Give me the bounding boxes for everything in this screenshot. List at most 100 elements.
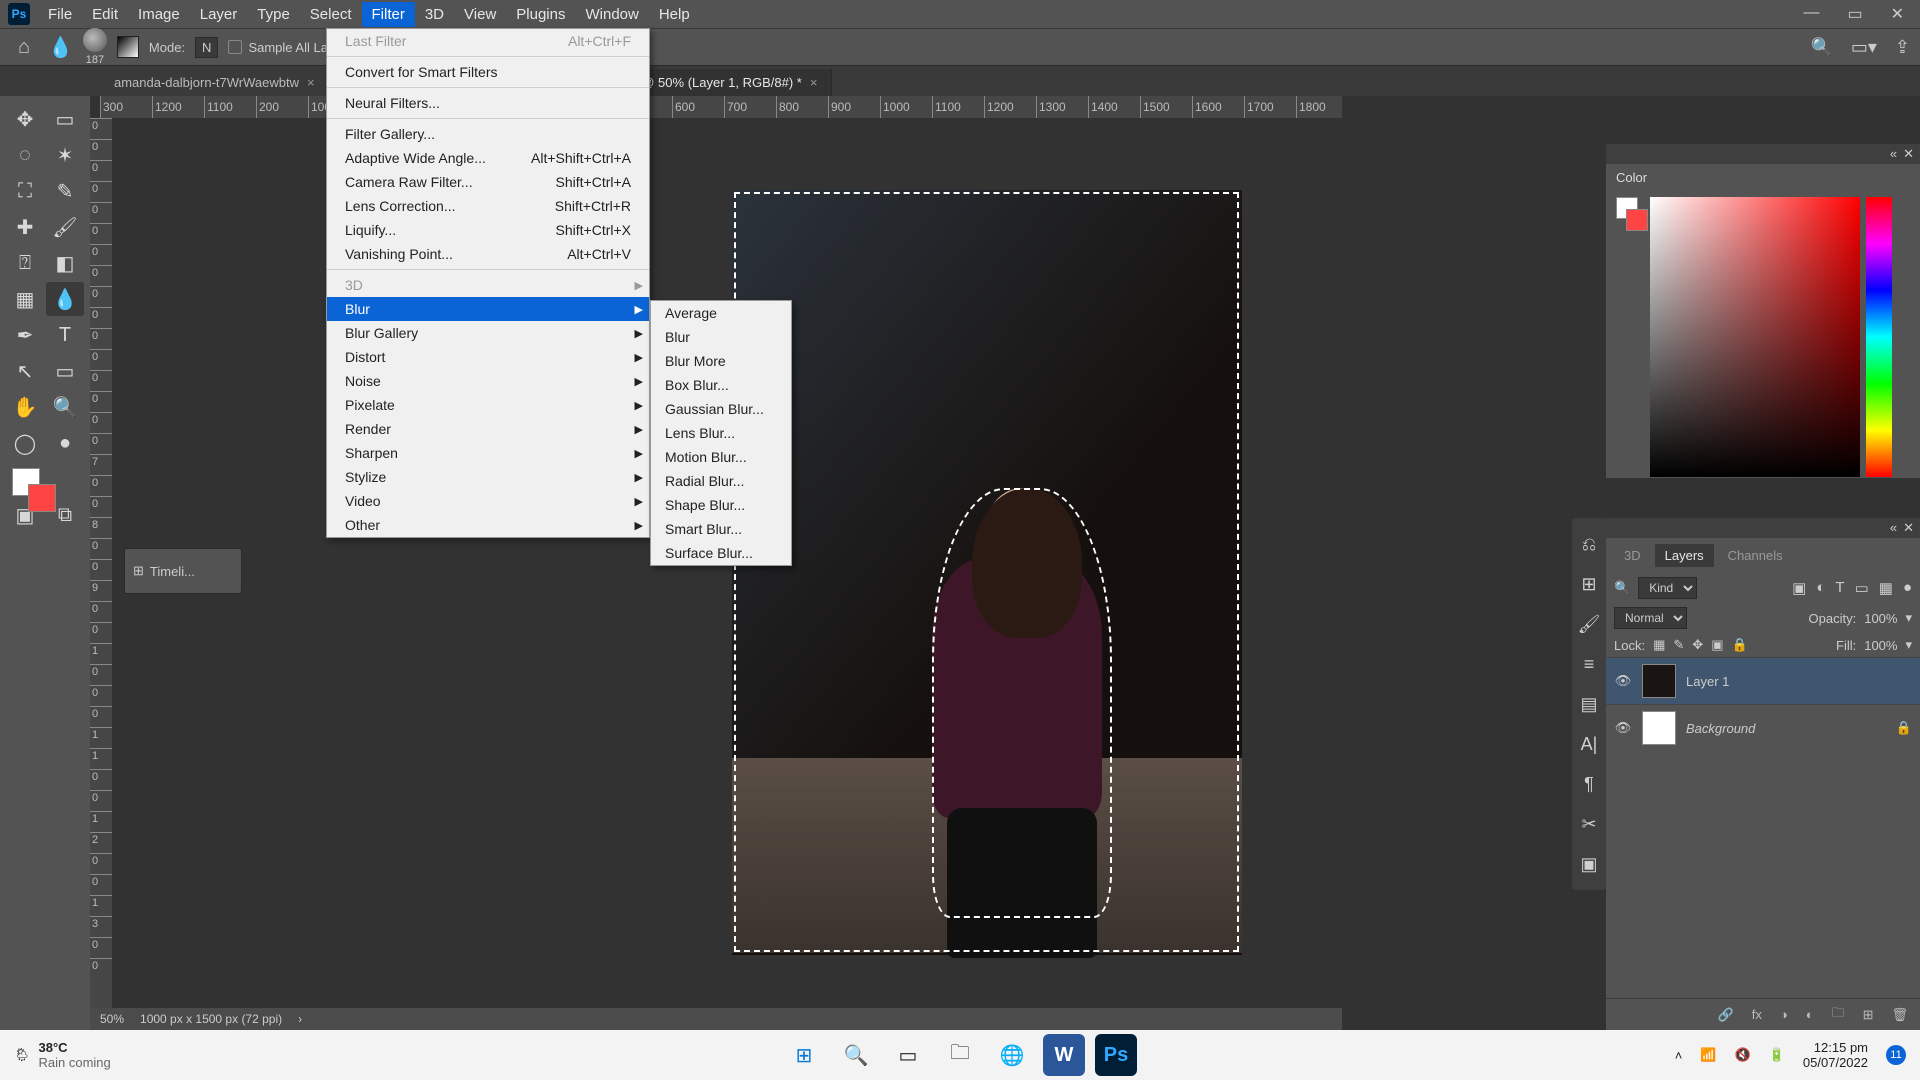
filter-item-noise[interactable]: Noise▶ bbox=[327, 369, 649, 393]
filter-item-vanishing-point-[interactable]: Vanishing Point...Alt+Ctrl+V bbox=[327, 242, 649, 266]
close-icon[interactable]: ✕ bbox=[1891, 4, 1904, 24]
visibility-icon[interactable]: 👁 bbox=[1614, 673, 1632, 689]
timeline-panel[interactable]: ⊞ Timeli... bbox=[124, 548, 242, 594]
filter-item-camera-raw-filter-[interactable]: Camera Raw Filter...Shift+Ctrl+A bbox=[327, 170, 649, 194]
filter-item-adaptive-wide-angle-[interactable]: Adaptive Wide Angle...Alt+Shift+Ctrl+A bbox=[327, 146, 649, 170]
home-button[interactable]: ⌂ bbox=[10, 33, 38, 61]
menu-view[interactable]: View bbox=[454, 2, 506, 27]
layer-row[interactable]: 👁Background🔒 bbox=[1606, 704, 1920, 751]
layer-name[interactable]: Layer 1 bbox=[1686, 674, 1912, 689]
close-icon[interactable]: ✕ bbox=[1903, 520, 1914, 536]
adjust-icon[interactable]: ◐ bbox=[1806, 1007, 1814, 1022]
filter-item-blur[interactable]: Blur▶ bbox=[327, 297, 649, 321]
trash-icon[interactable]: 🗑 bbox=[1891, 1007, 1908, 1023]
eyedropper-tool[interactable]: ✎ bbox=[46, 174, 84, 208]
menu-type[interactable]: Type bbox=[247, 2, 300, 27]
dodge-tool[interactable]: ● bbox=[46, 426, 84, 460]
lock-move-icon[interactable]: ✥ bbox=[1692, 637, 1703, 653]
layer-thumb[interactable] bbox=[1642, 664, 1676, 698]
type-filter-icon[interactable]: T bbox=[1835, 579, 1844, 597]
mode-select[interactable]: N bbox=[195, 37, 218, 58]
menu-filter[interactable]: Filter bbox=[362, 2, 415, 27]
notification-badge[interactable]: 11 bbox=[1886, 1045, 1906, 1065]
document-tab[interactable]: amanda-dalbjorn-t7WrWaewbtw× bbox=[100, 69, 330, 96]
photoshop-button[interactable]: Ps bbox=[1095, 1034, 1137, 1076]
marquee-tool[interactable]: ▭ bbox=[46, 102, 84, 136]
tool-icon[interactable]: 💧 bbox=[48, 35, 73, 60]
menu-layer[interactable]: Layer bbox=[190, 2, 248, 27]
lock-all-icon[interactable]: 🔒 bbox=[1731, 637, 1747, 653]
filter-item-pixelate[interactable]: Pixelate▶ bbox=[327, 393, 649, 417]
paragraph-icon[interactable]: ¶ bbox=[1572, 764, 1606, 804]
blur-item-surface-blur-[interactable]: Surface Blur... bbox=[651, 541, 791, 565]
eraser-tool[interactable]: ◧ bbox=[46, 246, 84, 280]
filter-item-lens-correction-[interactable]: Lens Correction...Shift+Ctrl+R bbox=[327, 194, 649, 218]
chevron-right-icon[interactable]: › bbox=[298, 1012, 302, 1026]
heal-tool[interactable]: ✚ bbox=[6, 210, 44, 244]
pen-tool[interactable]: ✒ bbox=[6, 318, 44, 352]
group-icon[interactable]: 🗀 bbox=[1832, 1004, 1845, 1026]
type-tool[interactable]: T bbox=[46, 318, 84, 352]
brushes-icon[interactable]: 🖌 bbox=[1572, 604, 1606, 644]
move-tool[interactable]: ✥ bbox=[6, 102, 44, 136]
lock-brush-icon[interactable]: ✎ bbox=[1673, 637, 1684, 653]
filter-item-sharpen[interactable]: Sharpen▶ bbox=[327, 441, 649, 465]
layer-name[interactable]: Background bbox=[1686, 721, 1886, 736]
blur-item-lens-blur-[interactable]: Lens Blur... bbox=[651, 421, 791, 445]
blend-mode-select[interactable]: Normal bbox=[1614, 607, 1687, 629]
wifi-icon[interactable]: 📶 bbox=[1700, 1047, 1716, 1063]
filter-item-convert-for-smart-filters[interactable]: Convert for Smart Filters bbox=[327, 60, 649, 84]
start-button[interactable]: ⊞ bbox=[783, 1034, 825, 1076]
blur-tool[interactable]: 💧 bbox=[46, 282, 84, 316]
link-icon[interactable]: 🔗 bbox=[1718, 1007, 1734, 1023]
chevron-up-icon[interactable]: ˄ bbox=[1675, 1048, 1683, 1063]
menu-3d[interactable]: 3D bbox=[415, 2, 454, 27]
adjustments-icon[interactable]: ⊞ bbox=[1572, 564, 1606, 604]
collapse-icon[interactable]: « bbox=[1890, 146, 1897, 162]
zoom-value[interactable]: 50% bbox=[100, 1012, 124, 1026]
panel-tab-channels[interactable]: Channels bbox=[1718, 544, 1793, 567]
weather-widget[interactable]: 🌦 38°C Rain coming bbox=[0, 1040, 125, 1070]
chevron-down-icon[interactable]: ▾ bbox=[1905, 610, 1912, 626]
search-button[interactable]: 🔍 bbox=[835, 1034, 877, 1076]
stamp-tool[interactable]: ⍰ bbox=[6, 246, 44, 280]
blur-item-smart-blur-[interactable]: Smart Blur... bbox=[651, 517, 791, 541]
blur-item-gaussian-blur-[interactable]: Gaussian Blur... bbox=[651, 397, 791, 421]
img-filter-icon[interactable]: ▣ bbox=[1792, 579, 1806, 597]
properties-icon[interactable]: ⎌ bbox=[1572, 524, 1606, 564]
gradient-swatch[interactable] bbox=[117, 36, 139, 58]
color-swatches[interactable] bbox=[6, 468, 84, 516]
blur-item-box-blur-[interactable]: Box Blur... bbox=[651, 373, 791, 397]
filter-menu[interactable]: Last FilterAlt+Ctrl+FConvert for Smart F… bbox=[326, 28, 650, 538]
filter-item-filter-gallery-[interactable]: Filter Gallery... bbox=[327, 122, 649, 146]
menu-image[interactable]: Image bbox=[128, 2, 190, 27]
filter-item-video[interactable]: Video▶ bbox=[327, 489, 649, 513]
shape-tool[interactable]: ▭ bbox=[46, 354, 84, 388]
clock[interactable]: 12:15 pm 05/07/2022 bbox=[1803, 1040, 1868, 1070]
ellipse-tool[interactable]: ◯ bbox=[6, 426, 44, 460]
gradient-tool[interactable]: ▦ bbox=[6, 282, 44, 316]
brush-preview[interactable] bbox=[83, 28, 107, 52]
chrome-button[interactable]: 🌐 bbox=[991, 1034, 1033, 1076]
filter-item-liquify-[interactable]: Liquify...Shift+Ctrl+X bbox=[327, 218, 649, 242]
path-tool[interactable]: ↖ bbox=[6, 354, 44, 388]
word-button[interactable]: W bbox=[1043, 1034, 1085, 1076]
workspace-icon[interactable]: ▭▾ bbox=[1851, 37, 1877, 58]
adj-filter-icon[interactable]: ◐ bbox=[1816, 579, 1825, 597]
blur-item-blur[interactable]: Blur bbox=[651, 325, 791, 349]
blur-item-shape-blur-[interactable]: Shape Blur... bbox=[651, 493, 791, 517]
taskview-button[interactable]: ▭ bbox=[887, 1034, 929, 1076]
hue-strip[interactable] bbox=[1866, 197, 1892, 477]
zoom-tool[interactable]: 🔍 bbox=[46, 390, 84, 424]
lock-artboard-icon[interactable]: ▣ bbox=[1711, 637, 1723, 653]
collapse-icon[interactable]: « bbox=[1890, 520, 1897, 536]
fill-value[interactable]: 100% bbox=[1864, 638, 1897, 653]
visibility-icon[interactable]: 👁 bbox=[1614, 720, 1632, 736]
menu-plugins[interactable]: Plugins bbox=[506, 2, 575, 27]
blur-submenu[interactable]: AverageBlurBlur MoreBox Blur...Gaussian … bbox=[650, 300, 792, 566]
menu-window[interactable]: Window bbox=[575, 2, 648, 27]
filter-item-render[interactable]: Render▶ bbox=[327, 417, 649, 441]
color-swatches[interactable] bbox=[1616, 197, 1644, 477]
close-tab-icon[interactable]: × bbox=[810, 75, 818, 90]
opacity-value[interactable]: 100% bbox=[1864, 611, 1897, 626]
